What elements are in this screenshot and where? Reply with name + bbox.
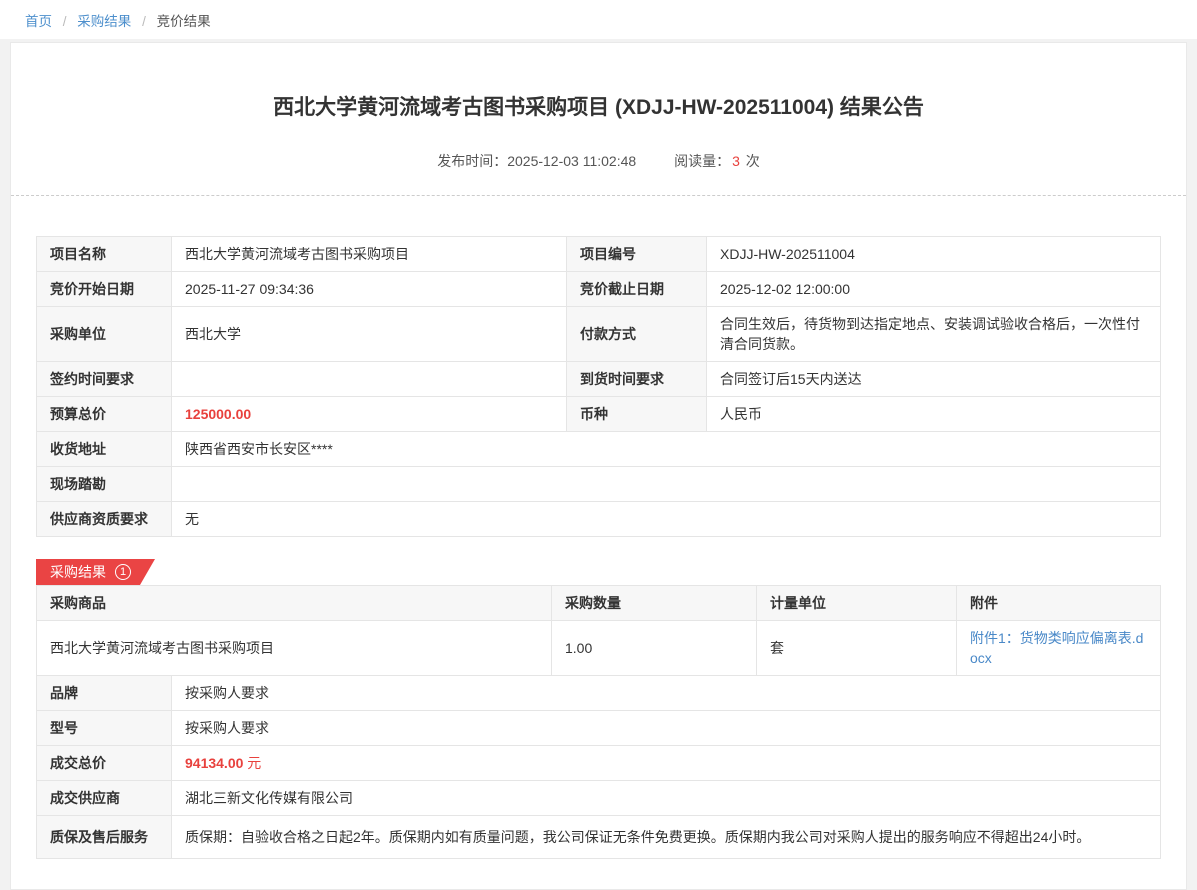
- purchaser-label: 采购单位: [37, 307, 172, 362]
- breadcrumb-current-bidding-results: 竞价结果: [157, 14, 211, 29]
- bid-end-value: 2025-12-02 12:00:00: [707, 272, 1161, 307]
- read-count-value: 3: [732, 153, 740, 169]
- brand-label: 品牌: [37, 676, 172, 711]
- announcement-card: 西北大学黄河流域考古图书采购项目 (XDJJ-HW-202511004) 结果公…: [10, 42, 1187, 890]
- table-row: 成交供应商 湖北三新文化传媒有限公司: [37, 781, 1161, 816]
- table-row: 现场踏勘: [37, 467, 1161, 502]
- publish-time-label: 发布时间：: [437, 153, 507, 169]
- read-count-unit: 次: [746, 153, 760, 169]
- payment-method-value: 合同生效后，待货物到达指定地点、安装调试验收合格后，一次性付清合同货款。: [707, 307, 1161, 362]
- announcement-meta: 发布时间：2025-12-03 11:02:48 阅读量：3 次: [36, 151, 1161, 171]
- payment-method-label: 付款方式: [567, 307, 707, 362]
- breadcrumb-separator: /: [142, 14, 146, 29]
- quantity-cell: 1.00: [552, 621, 757, 676]
- publish-time-value: 2025-12-03 11:02:48: [507, 153, 636, 169]
- quantity-column-header: 采购数量: [552, 586, 757, 621]
- breadcrumb: 首页 / 采购结果 / 竞价结果: [0, 0, 1197, 39]
- budget-total-label: 预算总价: [37, 397, 172, 432]
- bid-start-label: 竞价开始日期: [37, 272, 172, 307]
- signing-time-value: [172, 362, 567, 397]
- breadcrumb-separator: /: [63, 14, 67, 29]
- site-survey-label: 现场踏勘: [37, 467, 172, 502]
- delivery-address-value: 陕西省西安市长安区****: [172, 432, 1161, 467]
- table-row: 质保及售后服务 质保期：自验收合格之日起2年。质保期内如有质量问题，我公司保证无…: [37, 816, 1161, 859]
- supplier-qualification-value: 无: [172, 502, 1161, 537]
- table-row: 竞价开始日期 2025-11-27 09:34:36 竞价截止日期 2025-1…: [37, 272, 1161, 307]
- attachment-cell: 附件1：货物类响应偏离表.docx: [957, 621, 1161, 676]
- table-row: 项目名称 西北大学黄河流域考古图书采购项目 项目编号 XDJJ-HW-20251…: [37, 237, 1161, 272]
- warranty-service-value: 质保期：自验收合格之日起2年。质保期内如有质量问题，我公司保证无条件免费更换。质…: [172, 816, 1161, 859]
- result-detail-table: 品牌 按采购人要求 型号 按采购人要求 成交总价 94134.00 元 成交供应…: [36, 675, 1161, 859]
- deal-total-label: 成交总价: [37, 746, 172, 781]
- read-count-label: 阅读量：: [674, 153, 730, 169]
- delivery-time-label: 到货时间要求: [567, 362, 707, 397]
- delivery-address-label: 收货地址: [37, 432, 172, 467]
- table-row: 签约时间要求 到货时间要求 合同签订后15天内送达: [37, 362, 1161, 397]
- purchase-result-badge: 采购结果 1: [36, 559, 155, 585]
- table-row: 供应商资质要求 无: [37, 502, 1161, 537]
- budget-amount: 125000.00: [185, 406, 251, 422]
- unit-cell: 套: [757, 621, 957, 676]
- attachment-link[interactable]: 附件1：货物类响应偏离表.docx: [970, 630, 1143, 666]
- table-row: 品牌 按采购人要求: [37, 676, 1161, 711]
- project-info-table: 项目名称 西北大学黄河流域考古图书采购项目 项目编号 XDJJ-HW-20251…: [36, 236, 1161, 537]
- currency-value: 人民币: [707, 397, 1161, 432]
- supplier-qualification-label: 供应商资质要求: [37, 502, 172, 537]
- project-name-value: 西北大学黄河流域考古图书采购项目: [172, 237, 567, 272]
- deal-currency-unit: 元: [247, 755, 261, 771]
- currency-label: 币种: [567, 397, 707, 432]
- project-code-value: XDJJ-HW-202511004: [707, 237, 1161, 272]
- project-code-label: 项目编号: [567, 237, 707, 272]
- table-header-row: 采购商品 采购数量 计量单位 附件: [37, 586, 1161, 621]
- divider: [11, 195, 1186, 196]
- table-row: 西北大学黄河流域考古图书采购项目 1.00 套 附件1：货物类响应偏离表.doc…: [37, 621, 1161, 676]
- site-survey-value: [172, 467, 1161, 502]
- table-row: 成交总价 94134.00 元: [37, 746, 1161, 781]
- delivery-time-value: 合同签订后15天内送达: [707, 362, 1161, 397]
- table-row: 型号 按采购人要求: [37, 711, 1161, 746]
- warranty-service-label: 质保及售后服务: [37, 816, 172, 859]
- deal-total-value: 94134.00 元: [172, 746, 1161, 781]
- brand-value: 按采购人要求: [172, 676, 1161, 711]
- budget-total-value: 125000.00: [172, 397, 567, 432]
- winning-supplier-label: 成交供应商: [37, 781, 172, 816]
- unit-column-header: 计量单位: [757, 586, 957, 621]
- model-label: 型号: [37, 711, 172, 746]
- breadcrumb-purchase-results-link[interactable]: 采购结果: [77, 14, 131, 29]
- deal-amount: 94134.00: [185, 755, 243, 771]
- winning-supplier-value: 湖北三新文化传媒有限公司: [172, 781, 1161, 816]
- product-column-header: 采购商品: [37, 586, 552, 621]
- table-row: 采购单位 西北大学 付款方式 合同生效后，待货物到达指定地点、安装调试验收合格后…: [37, 307, 1161, 362]
- project-name-label: 项目名称: [37, 237, 172, 272]
- bid-start-value: 2025-11-27 09:34:36: [172, 272, 567, 307]
- attachment-column-header: 附件: [957, 586, 1161, 621]
- table-row: 预算总价 125000.00 币种 人民币: [37, 397, 1161, 432]
- result-item-table: 采购商品 采购数量 计量单位 附件 西北大学黄河流域考古图书采购项目 1.00 …: [36, 585, 1161, 676]
- bid-end-label: 竞价截止日期: [567, 272, 707, 307]
- model-value: 按采购人要求: [172, 711, 1161, 746]
- breadcrumb-home-link[interactable]: 首页: [25, 14, 52, 29]
- table-row: 收货地址 陕西省西安市长安区****: [37, 432, 1161, 467]
- purchaser-value: 西北大学: [172, 307, 567, 362]
- signing-time-label: 签约时间要求: [37, 362, 172, 397]
- product-name-cell: 西北大学黄河流域考古图书采购项目: [37, 621, 552, 676]
- purchase-result-badge-label: 采购结果: [50, 562, 106, 582]
- page-title: 西北大学黄河流域考古图书采购项目 (XDJJ-HW-202511004) 结果公…: [36, 43, 1161, 121]
- result-count-circle: 1: [115, 564, 131, 580]
